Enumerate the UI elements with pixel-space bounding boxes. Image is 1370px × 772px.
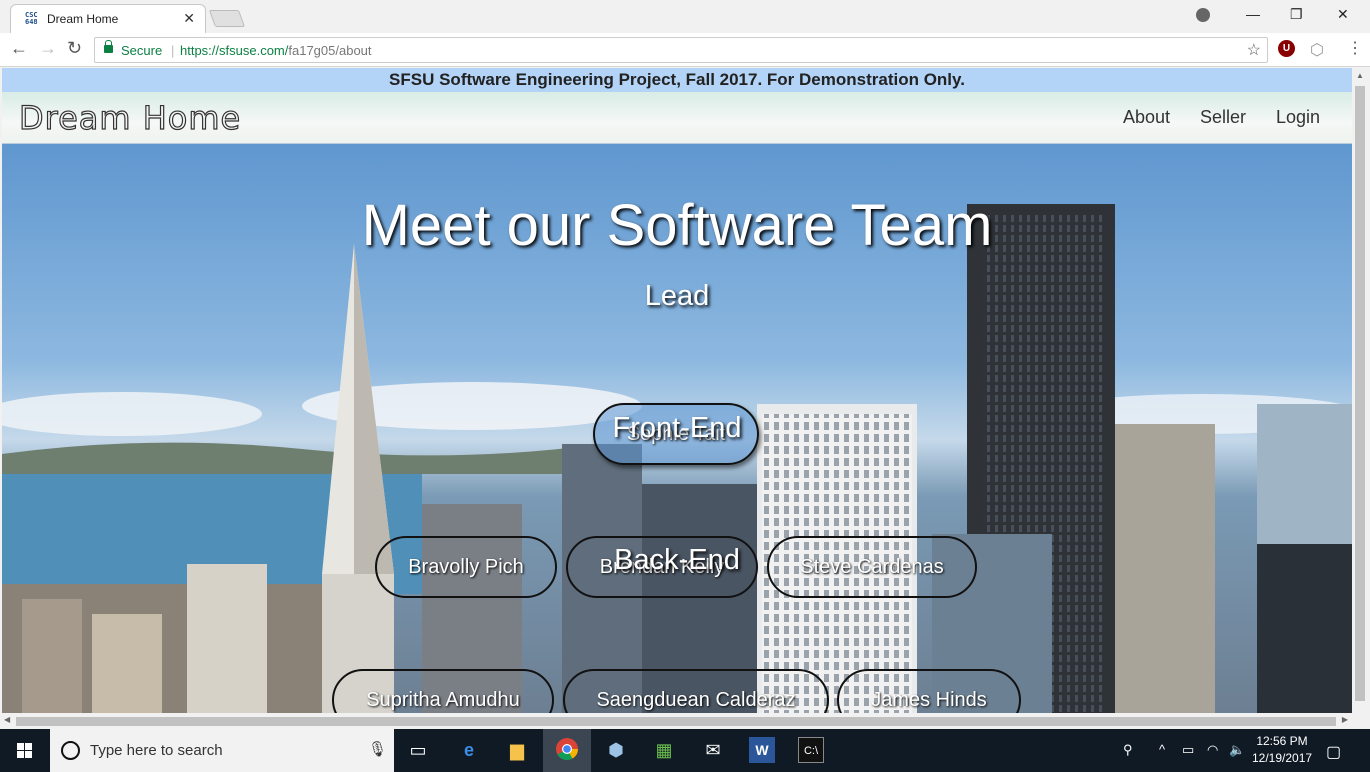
vertical-scrollbar[interactable]: ▲: [1352, 68, 1368, 713]
3d-box-app-icon[interactable]: ⬢: [603, 737, 629, 763]
favicon-icon: CSC 648: [25, 11, 38, 26]
chrome-menu-icon[interactable]: ⋮: [1347, 38, 1363, 58]
address-separator: |: [171, 43, 175, 58]
address-bar[interactable]: Secure | https://sfsuse.com/fa17g05/abou…: [94, 37, 1268, 63]
restore-icon[interactable]: ❐: [1290, 6, 1303, 23]
lock-icon: [104, 40, 113, 53]
secure-label: Secure: [121, 43, 163, 58]
windows-taskbar: Type here to search 🎙 ▭ e ▆ ⬢ ▦ ✉ W C:\ …: [0, 729, 1370, 772]
wifi-icon[interactable]: ◠: [1207, 742, 1218, 758]
url-path: fa17g05/about: [288, 43, 372, 58]
nav-about-link[interactable]: About: [1123, 107, 1170, 128]
file-explorer-icon[interactable]: ▆: [504, 737, 530, 763]
show-hidden-icons-chevron-up-icon[interactable]: ^: [1159, 742, 1165, 757]
chrome-logo: [556, 738, 578, 760]
minimize-icon[interactable]: —: [1246, 6, 1260, 22]
site-navbar: Dream Home About Seller Login: [2, 92, 1352, 144]
url-text[interactable]: https://sfsuse.com/fa17g05/about: [180, 43, 372, 58]
hero-section: Meet our Software Team Lead Sophie Tait …: [2, 144, 1352, 713]
demo-banner: SFSU Software Engineering Project, Fall …: [2, 68, 1352, 92]
mail-icon[interactable]: ✉: [700, 737, 726, 763]
tab-title: Dream Home: [47, 12, 119, 26]
people-icon[interactable]: ⚲: [1123, 742, 1133, 758]
site-logo[interactable]: Dream Home: [18, 98, 241, 137]
team-heading: Meet our Software Team: [361, 193, 993, 258]
close-tab-icon[interactable]: ✕: [183, 10, 195, 27]
task-view-icon[interactable]: ▭: [405, 737, 431, 763]
scroll-up-icon[interactable]: ▲: [1356, 71, 1364, 80]
page-viewport: SFSU Software Engineering Project, Fall …: [2, 68, 1352, 713]
member-button[interactable]: James Hinds: [837, 669, 1021, 713]
window-close-icon[interactable]: ✕: [1337, 6, 1349, 23]
horizontal-scroll-thumb[interactable]: [16, 717, 1336, 726]
frontend-heading: Front-End: [612, 412, 742, 444]
scroll-right-icon[interactable]: ▶: [1342, 715, 1348, 724]
nav-seller-link[interactable]: Seller: [1200, 107, 1246, 128]
browser-toolbar: ← → ↻ Secure | https://sfsuse.com/fa17g0…: [0, 33, 1370, 67]
chrome-icon[interactable]: [554, 737, 580, 763]
browser-tab[interactable]: CSC 648 Dream Home ✕: [10, 4, 206, 33]
horizontal-scrollbar[interactable]: ◀ ▶: [0, 713, 1352, 729]
backend-heading: Back-End: [614, 544, 740, 576]
start-button[interactable]: [0, 729, 50, 772]
clock-time: 12:56 PM: [1256, 734, 1308, 748]
bookmark-star-icon[interactable]: ☆: [1247, 40, 1261, 60]
forward-icon[interactable]: →: [39, 38, 57, 59]
search-placeholder: Type here to search: [90, 742, 223, 759]
word-icon[interactable]: W: [749, 737, 775, 763]
clock-date: 12/19/2017: [1252, 751, 1313, 765]
reload-icon[interactable]: ↻: [67, 38, 82, 59]
lead-heading: Lead: [644, 280, 710, 312]
windows-logo-icon: [17, 743, 32, 758]
ublock-extension-icon[interactable]: U: [1278, 40, 1295, 57]
scroll-left-icon[interactable]: ◀: [4, 715, 10, 724]
microphone-icon[interactable]: 🎙: [368, 740, 387, 758]
new-tab-button[interactable]: [208, 10, 246, 27]
notification-icon[interactable]: ▢: [1326, 742, 1341, 762]
system-clock[interactable]: 12:56 PM 12/19/2017: [1252, 733, 1312, 767]
profile-icon[interactable]: [1196, 8, 1210, 22]
vertical-scroll-thumb[interactable]: [1355, 86, 1365, 701]
edge-icon[interactable]: e: [456, 737, 482, 763]
url-host: https://sfsuse.com/: [180, 43, 289, 58]
battery-icon[interactable]: ▭: [1182, 742, 1194, 758]
taskbar-search-box[interactable]: Type here to search 🎙: [50, 729, 394, 772]
volume-icon[interactable]: 🔈: [1229, 742, 1245, 758]
cortana-icon: [61, 741, 80, 760]
command-prompt-icon[interactable]: C:\: [798, 737, 824, 763]
back-icon[interactable]: ←: [10, 38, 28, 59]
extension-hex-icon[interactable]: ⬡: [1310, 40, 1324, 60]
member-button[interactable]: Supritha Amudhu: [332, 669, 554, 713]
tab-strip: CSC 648 Dream Home ✕ — ❐ ✕: [0, 0, 1370, 33]
spreadsheet-app-icon[interactable]: ▦: [651, 737, 677, 763]
nav-login-link[interactable]: Login: [1276, 107, 1320, 128]
member-button[interactable]: Saengduean Calderaz: [563, 669, 829, 713]
